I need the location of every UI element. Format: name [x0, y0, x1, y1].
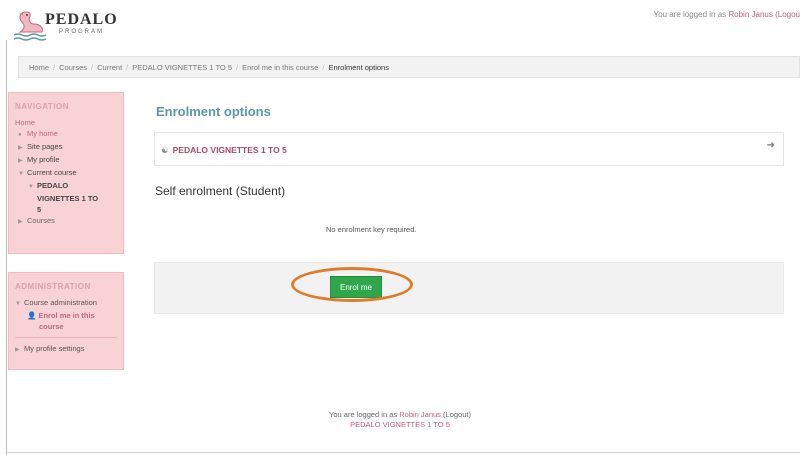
footer-course-link[interactable]: PEDALO VIGNETTES 1 TO 5	[0, 420, 800, 430]
logo-subtext: PROGRAM	[59, 29, 105, 35]
user-icon: 👤	[27, 311, 37, 320]
page-header: PEDALO PROGRAM You are logged in as Robi…	[0, 0, 800, 46]
course-box: ☯ PEDALO VIGNETTES 1 TO 5 ➜	[154, 132, 784, 166]
breadcrumb-home[interactable]: Home	[29, 63, 49, 72]
breadcrumb-enrolment-options: Enrolment options	[328, 63, 389, 72]
breadcrumb-course[interactable]: PEDALO VIGNETTES 1 TO 5	[132, 63, 232, 72]
course-icon: ☯	[161, 145, 169, 155]
nav-my-home[interactable]: ● My home	[15, 128, 117, 141]
chevron-right-icon: ▶	[15, 347, 20, 353]
section-title: Self enrolment (Student)	[155, 184, 286, 198]
admin-course-administration[interactable]: ▼ Course administration	[15, 297, 117, 310]
frame-border	[6, 40, 7, 455]
breadcrumb-current[interactable]: Current	[97, 63, 122, 72]
nav-my-profile[interactable]: ▶ My profile	[15, 154, 117, 167]
logo-text: PEDALO	[45, 11, 118, 28]
enrol-me-button[interactable]: Enrol me	[330, 276, 382, 298]
page-bottom-border	[6, 452, 800, 453]
footer-logout-link[interactable]: (Logout)	[441, 410, 471, 419]
nav-home[interactable]: Home	[15, 117, 117, 128]
chevron-right-icon: ▶	[18, 145, 23, 151]
course-link[interactable]: ☯ PEDALO VIGNETTES 1 TO 5	[161, 145, 287, 156]
admin-enrol-me[interactable]: 👤 Enrol me in this course	[15, 310, 117, 332]
bullet-icon: ●	[18, 132, 22, 138]
nav-site-pages[interactable]: ▶ Site pages	[15, 141, 117, 154]
nav-courses[interactable]: ▶ Courses	[15, 215, 117, 228]
no-key-text: No enrolment key required.	[326, 225, 417, 234]
login-info: You are logged in as Robin Janus (Logou	[653, 10, 800, 19]
navigation-block: NAVIGATION Home ● My home ▶ Site pages ▶ My…	[8, 92, 124, 254]
nav-course-pedalo[interactable]: ▼ PEDALO VIGNETTES 1 TO 5	[15, 180, 117, 215]
administration-block: ADMINISTRATION ▼ Course administration 👤 …	[8, 272, 124, 370]
logout-link[interactable]: (Logou	[773, 10, 800, 19]
exit-icon[interactable]: ➜	[767, 140, 775, 151]
chevron-right-icon: ▶	[18, 219, 23, 225]
page-footer: You are logged in as Robin Janus (Logout…	[0, 410, 800, 430]
chevron-down-icon: ▼	[18, 171, 24, 177]
user-link[interactable]: Robin Janus	[728, 10, 772, 19]
chevron-down-icon: ▼	[28, 184, 34, 190]
navigation-title: NAVIGATION	[15, 102, 70, 111]
admin-profile-settings[interactable]: ▶ My profile settings	[15, 343, 117, 356]
enrol-panel: Enrol me	[154, 262, 784, 314]
nav-current-course[interactable]: ▼ Current course	[15, 167, 117, 180]
breadcrumb-enrol[interactable]: Enrol me in this course	[242, 63, 318, 72]
page-title: Enrolment options	[156, 104, 271, 119]
chevron-right-icon: ▶	[18, 158, 23, 164]
footer-user-link[interactable]: Robin Janus	[399, 410, 441, 419]
chevron-down-icon: ▼	[15, 301, 21, 307]
breadcrumb-courses[interactable]: Courses	[59, 63, 87, 72]
site-logo[interactable]: PEDALO PROGRAM	[12, 6, 122, 44]
breadcrumb: Home / Courses / Current / PEDALO VIGNETTES 1 …	[18, 56, 800, 78]
administration-title: ADMINISTRATION	[15, 282, 91, 291]
